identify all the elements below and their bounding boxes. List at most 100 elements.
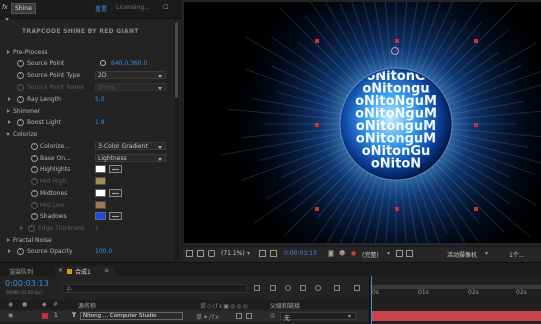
grid-overlay-icon[interactable] — [259, 250, 266, 257]
scrollbar-track[interactable] — [174, 20, 179, 260]
frame-blending-icon[interactable] — [300, 285, 306, 291]
stopwatch-icon[interactable] — [31, 213, 38, 220]
stopwatch-icon[interactable] — [17, 60, 24, 67]
transparency-grid-icon[interactable] — [406, 250, 413, 257]
stopwatch-icon[interactable] — [17, 96, 24, 103]
composition-canvas[interactable]: oNitonG oNitongu oNitoNguM oNitoNguM oNitong… — [184, 2, 541, 243]
grid-icon[interactable] — [197, 250, 204, 257]
reset-link[interactable]: 重置 — [95, 4, 107, 13]
camera-dropdown[interactable]: 活动摄像机 — [447, 250, 477, 259]
transform-handle[interactable] — [395, 207, 399, 211]
eye-icon[interactable]: ◉ — [8, 312, 13, 319]
draft-3d-icon[interactable] — [270, 285, 276, 291]
stopwatch-icon[interactable] — [17, 119, 24, 126]
comp-mini-flowchart-icon[interactable] — [254, 285, 260, 291]
layer-switches[interactable]: 单✦/fx — [196, 312, 220, 321]
expand-icon[interactable] — [7, 238, 10, 242]
chevron-down-icon[interactable]: ▾ — [485, 250, 488, 257]
highlights-color-swatch[interactable] — [95, 165, 106, 173]
parent-dropdown[interactable]: 无 ▾ — [280, 312, 356, 322]
chevron-down-icon[interactable]: ▾ — [247, 250, 250, 257]
stopwatch-icon[interactable] — [31, 155, 38, 162]
stopwatch-icon[interactable] — [17, 72, 24, 79]
chevron-down-icon[interactable] — [5, 18, 9, 21]
scrollbar-thumb[interactable] — [175, 22, 178, 98]
transform-handle[interactable] — [395, 39, 399, 43]
shy-layers-icon[interactable] — [285, 285, 291, 291]
timeline-timecode[interactable]: 0:00:03:13 — [5, 279, 49, 288]
expand-icon[interactable] — [7, 50, 10, 54]
keyframe-icon[interactable] — [354, 285, 360, 291]
source-point-type-dropdown[interactable]: 2D — [95, 71, 166, 79]
graph-editor-icon[interactable] — [334, 285, 340, 291]
source-opacity-value[interactable]: 100.0 — [95, 248, 112, 255]
collapse-icon[interactable] — [6, 133, 10, 136]
source-point-crosshair-icon[interactable] — [391, 47, 399, 55]
fractal-noise-group[interactable]: Fractal Noise — [0, 235, 172, 246]
shimmer-group[interactable]: Shimmer — [0, 106, 172, 117]
base-on-dropdown[interactable]: Lightness — [95, 154, 166, 162]
colorize-dropdown[interactable]: 3-Color Gradient — [95, 142, 166, 150]
time-ruler-area[interactable]: 0s 01s 02s 02s — [369, 276, 541, 324]
shadows-color-swatch[interactable] — [95, 212, 106, 220]
source-point-value[interactable]: 640.0,360.0 — [111, 60, 147, 67]
stopwatch-icon[interactable] — [31, 143, 38, 150]
motion-blur-icon[interactable] — [315, 285, 321, 291]
3d-layer-switch-icon[interactable] — [236, 313, 242, 319]
tab-render-queue[interactable]: 渲染队列 — [9, 267, 33, 276]
pre-process-group[interactable]: Pre-Process — [0, 47, 172, 58]
search-input[interactable]: ρ. — [62, 284, 247, 293]
crosshair-icon[interactable] — [100, 60, 106, 66]
menu-icon[interactable]: ≡ — [104, 267, 109, 274]
label-tag-icon[interactable]: ◆ — [42, 301, 47, 308]
transform-handle[interactable] — [474, 123, 478, 127]
transform-handle[interactable] — [315, 123, 319, 127]
zoom-dropdown[interactable]: (71.1%) — [221, 250, 245, 257]
layer-duration-bar[interactable] — [372, 311, 541, 321]
transform-handle[interactable] — [315, 207, 319, 211]
eyedropper-icon[interactable] — [109, 165, 122, 173]
label-color-icon[interactable] — [42, 313, 48, 319]
source-name-header[interactable]: 源名称 — [78, 301, 96, 310]
current-time-display[interactable]: 0:00:03:13 — [284, 250, 317, 257]
region-of-interest-icon[interactable] — [270, 250, 277, 257]
lock-icon[interactable]: ● — [22, 301, 27, 308]
fx-icon[interactable]: fx — [2, 4, 8, 11]
close-icon[interactable]: ☐ — [163, 4, 168, 11]
stopwatch-icon[interactable] — [31, 166, 38, 173]
effect-name-shine[interactable]: Shine — [11, 3, 36, 14]
midtones-color-swatch[interactable] — [95, 189, 106, 197]
eye-icon[interactable]: ◉ — [8, 301, 13, 308]
mask-icon[interactable] — [208, 250, 215, 257]
resolution-dropdown[interactable]: (完整) — [362, 250, 379, 259]
stopwatch-icon[interactable] — [31, 190, 38, 197]
licensing-link[interactable]: Licensing... — [116, 4, 150, 11]
layer-name-field[interactable]: Nitong ... Computer Studio — [80, 312, 183, 320]
color-channel-icon[interactable]: ● — [351, 250, 356, 257]
parent-header[interactable]: 父级和链接 — [270, 301, 300, 310]
view-layout-dropdown[interactable]: 1个... — [509, 250, 525, 259]
snapshot-icon[interactable]: ◙ — [328, 250, 334, 257]
expand-icon[interactable] — [8, 120, 11, 124]
transform-handle[interactable] — [315, 39, 319, 43]
layer-row[interactable]: ◉ 1 T Nitong ... Computer Studio 单✦/fx ◎… — [0, 311, 368, 322]
pickwhip-icon[interactable]: ◎ — [270, 312, 275, 319]
chevron-down-icon[interactable]: ▾ — [387, 250, 390, 257]
monitor-icon[interactable] — [186, 250, 193, 257]
ray-length-value[interactable]: 5.0 — [95, 96, 105, 103]
expand-icon[interactable] — [7, 109, 10, 113]
boost-light-value[interactable]: 1.9 — [95, 119, 105, 126]
expand-icon[interactable] — [8, 249, 11, 253]
transform-handle[interactable] — [474, 207, 478, 211]
adjustment-layer-switch-icon[interactable] — [246, 313, 252, 319]
expand-icon[interactable] — [8, 97, 11, 101]
close-icon[interactable]: × — [58, 267, 63, 274]
stopwatch-icon[interactable] — [17, 248, 24, 255]
playhead[interactable] — [371, 276, 372, 324]
show-snapshot-icon[interactable]: ☻ — [339, 250, 345, 257]
fast-preview-icon[interactable] — [396, 250, 403, 257]
colorize-group[interactable]: Colorize — [0, 129, 172, 140]
transform-handle[interactable] — [474, 39, 478, 43]
eyedropper-icon[interactable] — [109, 189, 122, 197]
eyedropper-icon[interactable] — [109, 212, 122, 220]
